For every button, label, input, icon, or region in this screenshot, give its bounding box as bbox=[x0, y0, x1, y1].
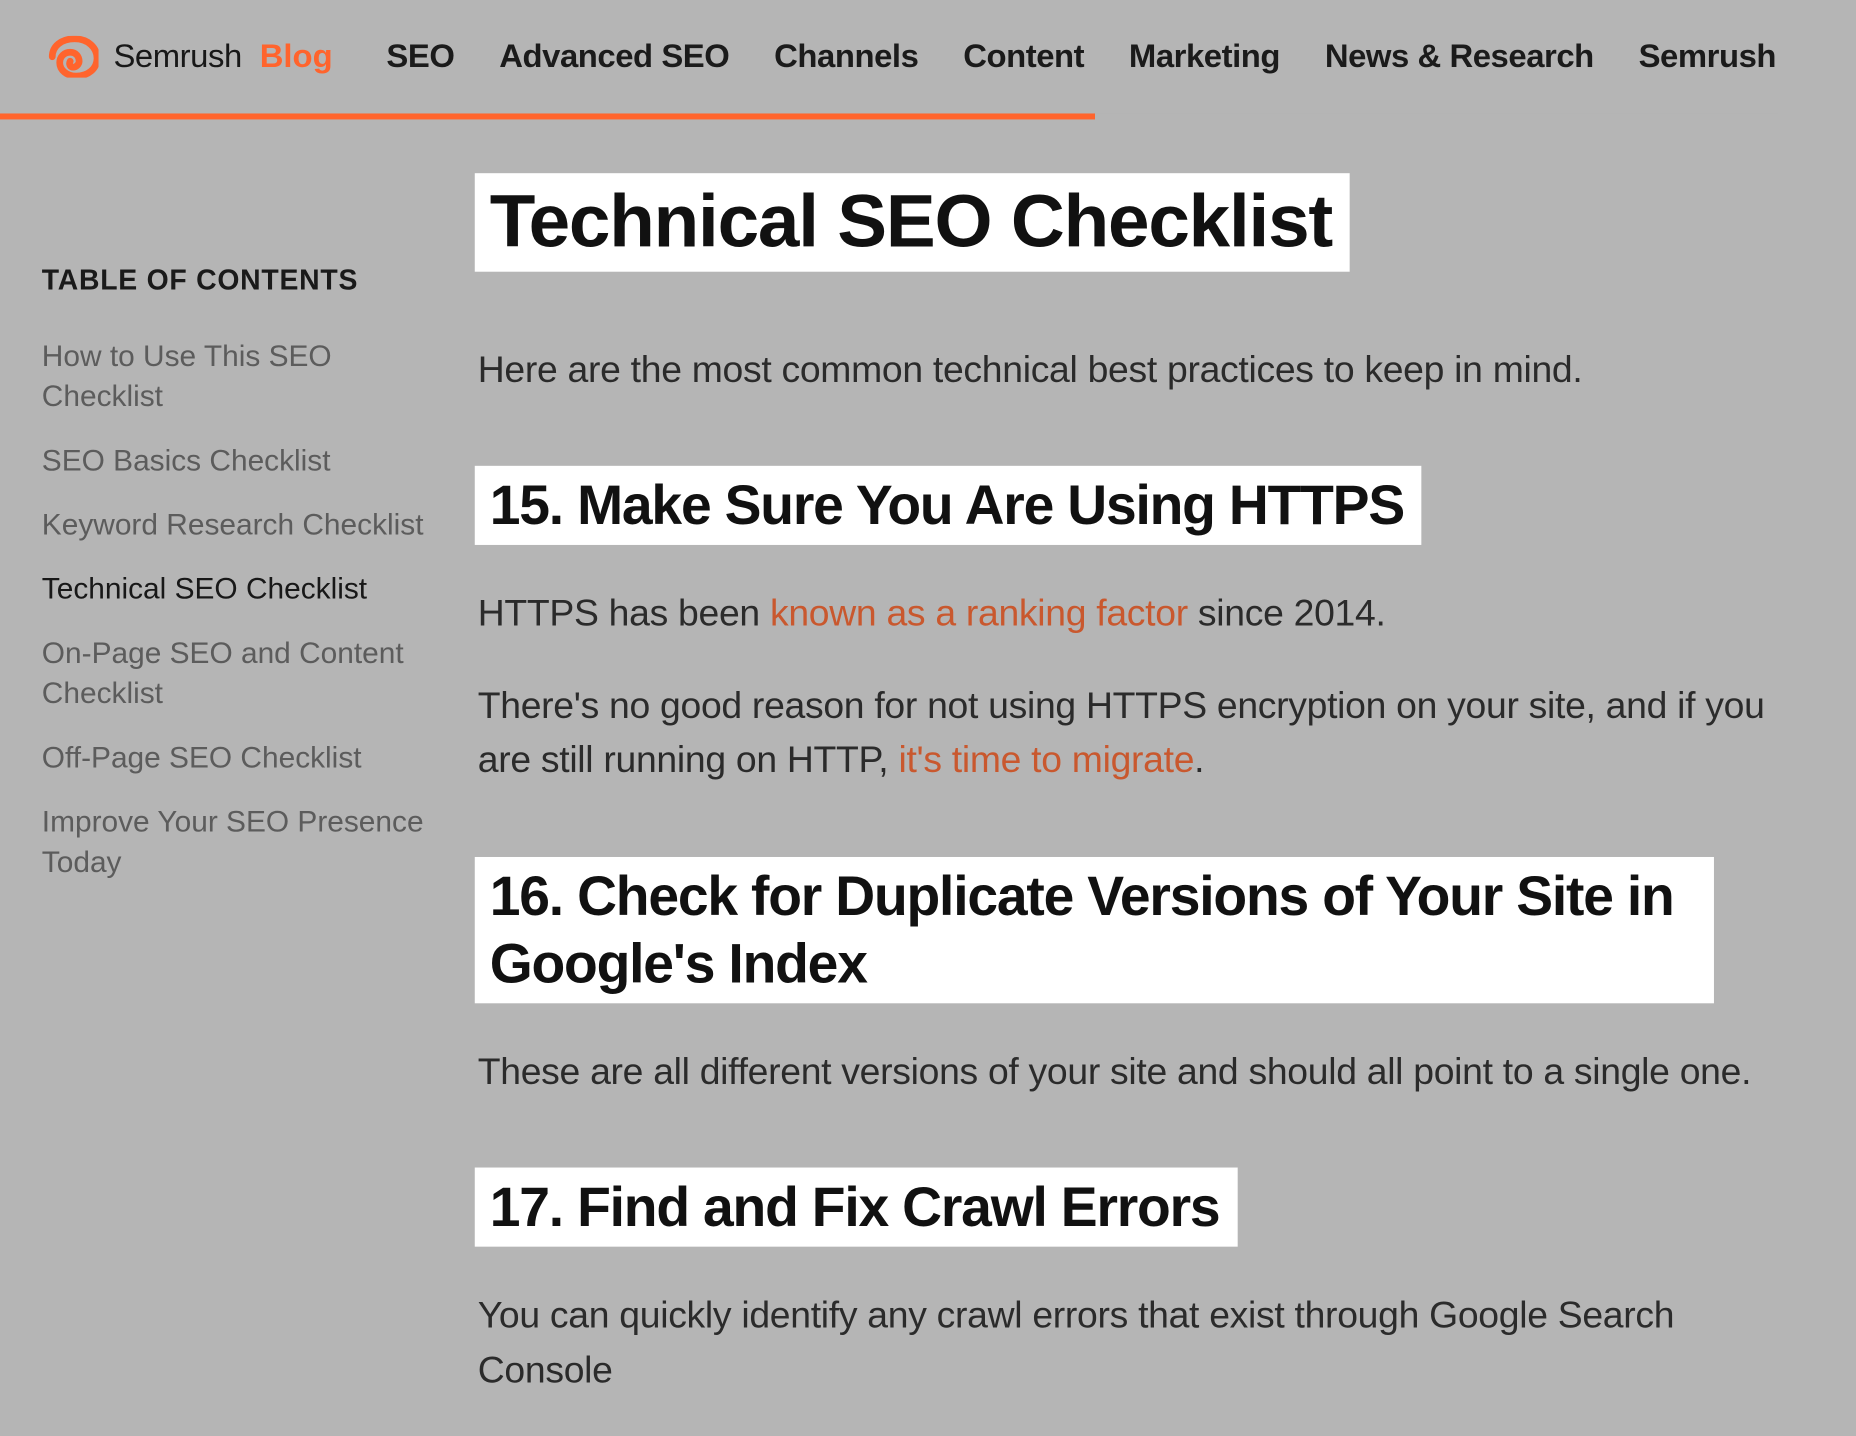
section-16-p1: These are all different versions of your… bbox=[478, 1045, 1811, 1099]
nav-item-marketing[interactable]: Marketing bbox=[1129, 37, 1280, 76]
nav-item-semrush[interactable]: Semrush bbox=[1639, 37, 1776, 76]
link-migrate[interactable]: it's time to migrate bbox=[898, 740, 1194, 782]
primary-nav: SEO Advanced SEO Channels Content Market… bbox=[386, 37, 1814, 76]
top-navbar: Semrush Blog SEO Advanced SEO Channels C… bbox=[0, 0, 1856, 119]
toc-item[interactable]: Keyword Research Checklist bbox=[42, 506, 433, 546]
toc-title: TABLE OF CONTENTS bbox=[42, 266, 433, 299]
nav-item-seo[interactable]: SEO bbox=[386, 37, 454, 76]
nav-item-channels[interactable]: Channels bbox=[774, 37, 918, 76]
brand-name: Semrush bbox=[113, 37, 241, 76]
toc-item[interactable]: How to Use This SEO Checklist bbox=[42, 337, 433, 418]
text-fragment: HTTPS has been bbox=[478, 593, 770, 635]
section-15-heading: 15. Make Sure You Are Using HTTPS bbox=[475, 465, 1422, 544]
toc-item[interactable]: Improve Your SEO Presence Today bbox=[42, 803, 433, 884]
toc-item[interactable]: Off-Page SEO Checklist bbox=[42, 739, 433, 779]
nav-item-news-research[interactable]: News & Research bbox=[1325, 37, 1594, 76]
toc-item-active[interactable]: Technical SEO Checklist bbox=[42, 570, 433, 610]
link-ranking-factor[interactable]: known as a ranking factor bbox=[770, 593, 1188, 635]
intro-paragraph: Here are the most common technical best … bbox=[478, 343, 1811, 397]
brand-blog-label: Blog bbox=[260, 37, 333, 76]
toc-item[interactable]: On-Page SEO and Content Checklist bbox=[42, 635, 433, 716]
toc-item[interactable]: SEO Basics Checklist bbox=[42, 442, 433, 482]
table-of-contents: TABLE OF CONTENTS How to Use This SEO Ch… bbox=[0, 212, 463, 1436]
brand-logo-group[interactable]: Semrush Blog bbox=[48, 36, 333, 78]
text-fragment: . bbox=[1194, 740, 1204, 782]
section-17-p1: You can quickly identify any crawl error… bbox=[478, 1289, 1811, 1397]
section-16-heading: 16. Check for Duplicate Versions of Your… bbox=[475, 856, 1714, 1003]
article-main: Technical SEO Checklist Here are the mos… bbox=[463, 212, 1856, 1436]
semrush-flame-icon bbox=[48, 36, 99, 78]
text-fragment: since 2014. bbox=[1188, 593, 1386, 635]
nav-item-advanced-seo[interactable]: Advanced SEO bbox=[499, 37, 729, 76]
section-17-heading: 17. Find and Fix Crawl Errors bbox=[475, 1168, 1238, 1247]
page-title: Technical SEO Checklist bbox=[475, 173, 1350, 271]
section-15-p2: There's no good reason for not using HTT… bbox=[478, 680, 1811, 788]
section-15-p1: HTTPS has been known as a ranking factor… bbox=[478, 587, 1811, 641]
nav-item-content[interactable]: Content bbox=[963, 37, 1084, 76]
